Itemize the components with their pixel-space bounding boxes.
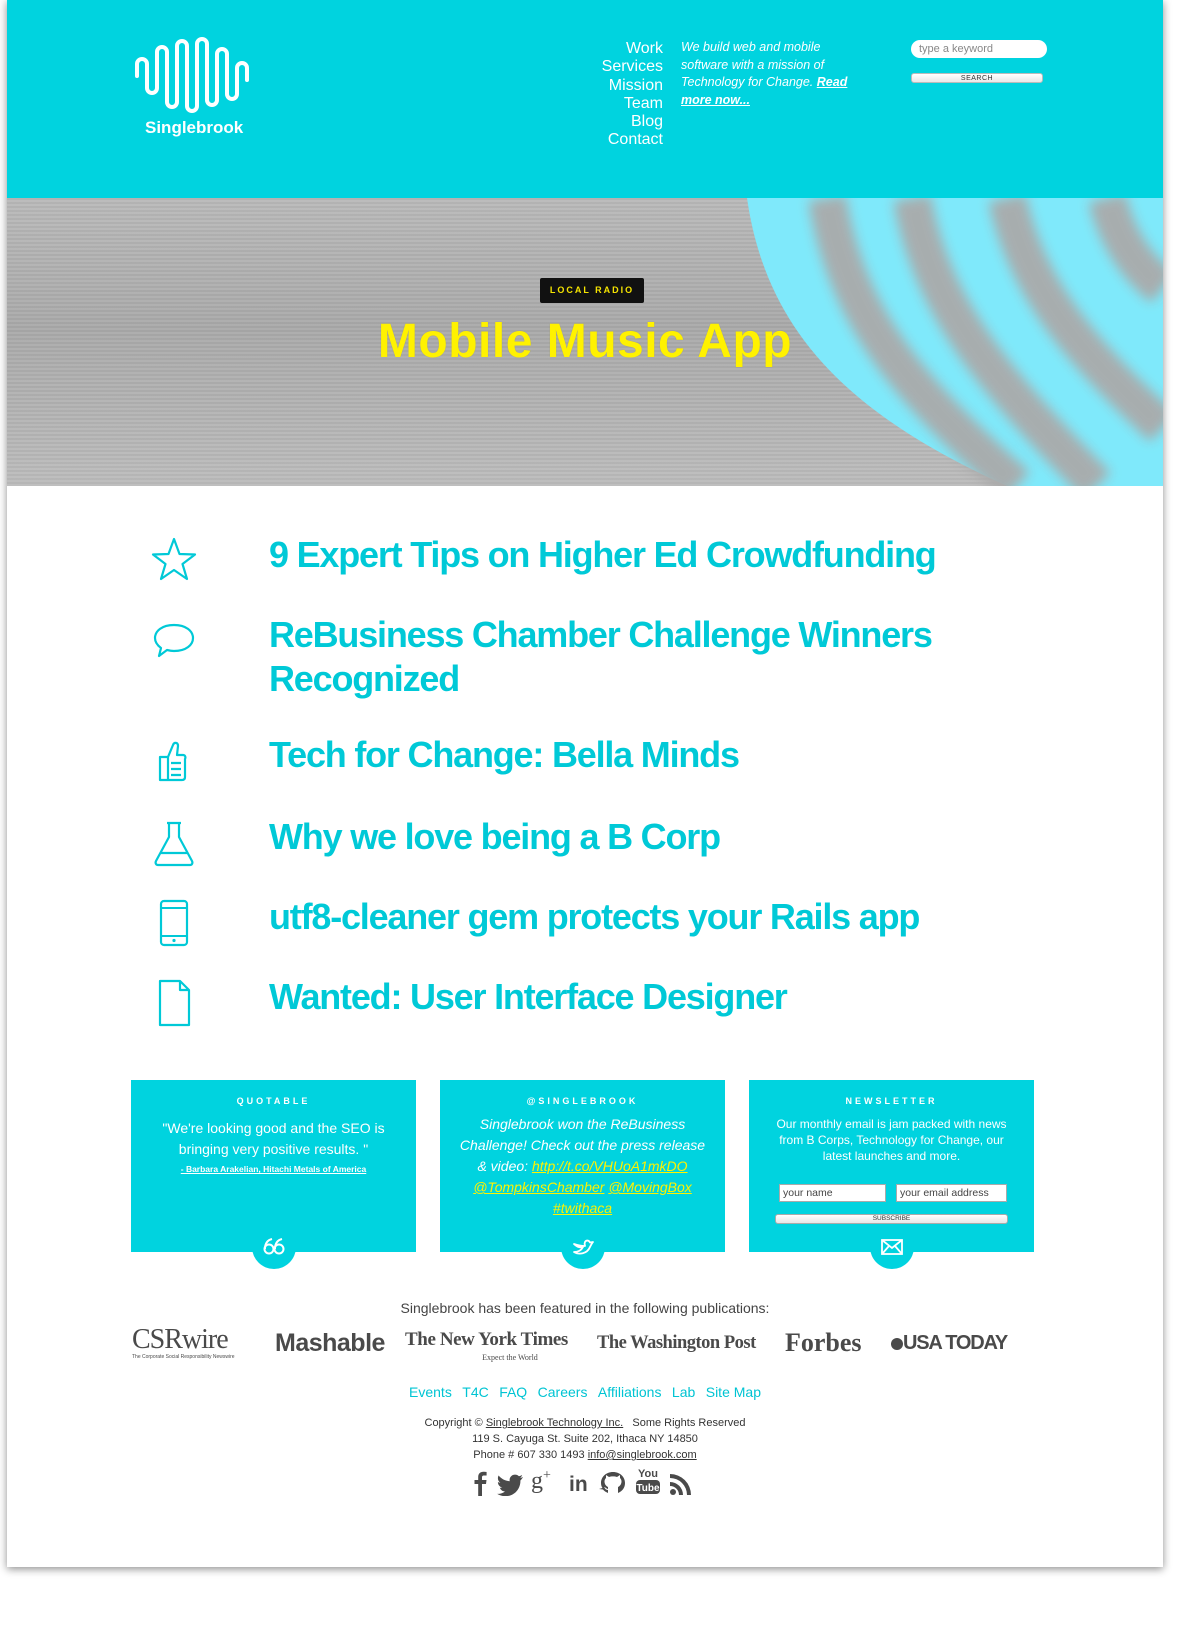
- tweet-text: Singlebrook won the ReBusiness Challenge…: [440, 1114, 725, 1219]
- footer-link-faq[interactable]: FAQ: [499, 1384, 527, 1400]
- tagline: We build web and mobile software with a …: [681, 39, 871, 109]
- washington-post-logo[interactable]: The Washington Post: [597, 1326, 777, 1366]
- article-title[interactable]: Tech for Change: Bella Minds: [269, 733, 989, 777]
- phone-text: Phone # 607 330 1493: [473, 1449, 585, 1461]
- hero-category-badge[interactable]: LOCAL RADIO: [540, 278, 644, 303]
- nav-item-services[interactable]: Services: [567, 58, 663, 76]
- article-title[interactable]: 9 Expert Tips on Higher Ed Crowdfunding: [269, 533, 989, 577]
- newsletter-name-field[interactable]: [779, 1184, 886, 1202]
- tweet-link[interactable]: http://t.co/VHUoA1mkDO: [532, 1158, 688, 1174]
- footer-link-t4c[interactable]: T4C: [462, 1384, 488, 1400]
- newsletter-email-field[interactable]: [896, 1184, 1007, 1202]
- email-link[interactable]: info@singlebrook.com: [588, 1449, 697, 1461]
- usa-today-logo-text: USA TODAY: [903, 1332, 1008, 1354]
- nav-item-mission[interactable]: Mission: [567, 77, 663, 95]
- csrwire-logo-text: CSRwire: [132, 1324, 229, 1355]
- article-title[interactable]: ReBusiness Chamber Challenge Winners Rec…: [269, 613, 989, 701]
- quote-icon: [263, 1238, 285, 1255]
- social-icons: g+ in You Tube: [473, 1468, 713, 1504]
- flask-icon: [154, 821, 194, 867]
- svg-text:You: You: [638, 1468, 658, 1480]
- facebook-icon[interactable]: [473, 1470, 487, 1501]
- footer-links: Events T4C FAQ Careers Affiliations Lab …: [7, 1384, 1163, 1402]
- document-icon: [158, 979, 191, 1027]
- forbes-logo[interactable]: Forbes: [785, 1326, 875, 1366]
- linkedin-icon[interactable]: in: [569, 1473, 588, 1497]
- mashable-logo[interactable]: Mashable: [275, 1326, 395, 1366]
- newsletter-text: Our monthly email is jam packed with new…: [776, 1117, 1007, 1163]
- mobile-phone-icon: [159, 899, 189, 947]
- star-icon: [151, 537, 197, 581]
- article-title[interactable]: utf8-cleaner gem protects your Rails app: [269, 895, 989, 939]
- nav-item-blog[interactable]: Blog: [567, 113, 663, 131]
- site-header: Singlebrook Work Services Mission Team B…: [7, 0, 1163, 198]
- page: Singlebrook Work Services Mission Team B…: [7, 0, 1163, 1567]
- quotable-box: QUOTABLE "We're looking good and the SEO…: [131, 1080, 416, 1269]
- quote-badge: [252, 1225, 296, 1269]
- logo[interactable]: Singlebrook: [133, 36, 263, 138]
- usa-today-dot-icon: [891, 1338, 903, 1350]
- rights-text: Some Rights Reserved: [632, 1417, 746, 1429]
- contact-line: Phone # 607 330 1493 info@singlebrook.co…: [7, 1447, 1163, 1463]
- featured-label: Singlebrook has been featured in the fol…: [400, 1300, 770, 1316]
- main-nav: Work Services Mission Team Blog Contact: [567, 40, 663, 150]
- speech-bubble-icon: [153, 623, 195, 658]
- company-link[interactable]: Singlebrook Technology Inc.: [486, 1417, 623, 1429]
- rss-icon[interactable]: [669, 1472, 693, 1501]
- google-plus-icon[interactable]: g+: [531, 1468, 551, 1495]
- tweet-hashtag[interactable]: #twithaca: [553, 1200, 612, 1216]
- article-title[interactable]: Why we love being a B Corp: [269, 815, 989, 859]
- waveform-logo-icon: [135, 37, 249, 113]
- envelope-icon: [881, 1239, 903, 1255]
- nav-item-work[interactable]: Work: [567, 40, 663, 58]
- quote-text: "We're looking good and the SEO is bring…: [162, 1120, 385, 1157]
- copyright-line: Copyright © Singlebrook Technology Inc. …: [7, 1415, 1163, 1431]
- csrwire-tagline: The Corporate Social Responsibility News…: [132, 1354, 235, 1360]
- usa-today-logo[interactable]: USA TODAY: [891, 1326, 1031, 1366]
- tweet-mention-tompkins[interactable]: @TompkinsChamber: [473, 1179, 604, 1195]
- svg-text:Tube: Tube: [636, 1483, 660, 1494]
- hero-banner[interactable]: LOCAL RADIO Mobile Music App: [7, 198, 1163, 486]
- box-title: @SINGLEBROOK: [526, 1096, 639, 1106]
- tagline-text: We build web and mobile software with a …: [681, 40, 825, 89]
- thumbs-up-icon: [158, 741, 187, 782]
- quote-citation-link[interactable]: - Barbara Arakelian, Hitachi Metals of A…: [131, 1164, 416, 1174]
- article-title[interactable]: Wanted: User Interface Designer: [269, 975, 989, 1019]
- newsletter-badge: [870, 1225, 914, 1269]
- nyt-tagline: Expect the World: [482, 1353, 538, 1362]
- address-line: 119 S. Cayuga St. Suite 202, Ithaca NY 1…: [472, 1433, 698, 1445]
- nyt-logo-text: The New York Times: [405, 1329, 568, 1350]
- box-title: QUOTABLE: [236, 1096, 311, 1106]
- copyright-block: Copyright © Singlebrook Technology Inc. …: [7, 1415, 1163, 1463]
- subscribe-button[interactable]: SUBSCRIBE: [775, 1214, 1008, 1224]
- footer-link-sitemap[interactable]: Site Map: [706, 1384, 761, 1400]
- copyright-prefix: Copyright ©: [424, 1417, 483, 1429]
- nyt-logo[interactable]: The New York Times Expect the World: [405, 1326, 585, 1366]
- nav-item-contact[interactable]: Contact: [567, 131, 663, 149]
- hero-title[interactable]: Mobile Music App: [7, 314, 1163, 369]
- twitter-icon[interactable]: [497, 1474, 523, 1501]
- logo-text: Singlebrook: [145, 118, 244, 137]
- twitter-bird-icon: [573, 1239, 594, 1255]
- search-input[interactable]: [911, 40, 1047, 58]
- footer-link-careers[interactable]: Careers: [538, 1384, 588, 1400]
- csrwire-logo[interactable]: CSRwire The Corporate Social Responsibil…: [132, 1326, 252, 1366]
- footer-link-lab[interactable]: Lab: [672, 1384, 695, 1400]
- newsletter-box: NEWSLETTER Our monthly email is jam pack…: [749, 1080, 1034, 1269]
- youtube-icon[interactable]: You Tube: [635, 1466, 661, 1501]
- footer-link-affiliations[interactable]: Affiliations: [598, 1384, 662, 1400]
- box-title: NEWSLETTER: [845, 1096, 938, 1106]
- search-button[interactable]: SEARCH: [911, 73, 1043, 83]
- twitter-badge: [561, 1225, 605, 1269]
- github-icon[interactable]: [599, 1470, 627, 1501]
- nav-item-team[interactable]: Team: [567, 95, 663, 113]
- twitter-box: @SINGLEBROOK Singlebrook won the ReBusin…: [440, 1080, 725, 1269]
- tweet-mention-movingbox[interactable]: @MovingBox: [608, 1179, 691, 1195]
- footer-link-events[interactable]: Events: [409, 1384, 452, 1400]
